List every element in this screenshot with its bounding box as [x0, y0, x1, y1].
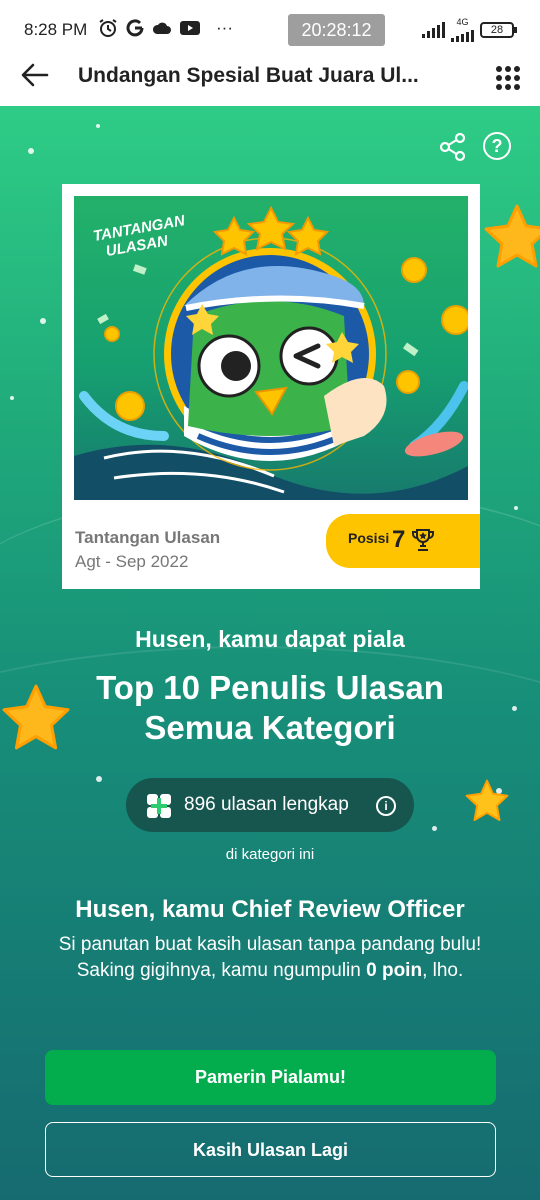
youtube-icon [180, 21, 200, 35]
sparkle-dot [432, 826, 437, 831]
share-icon [439, 132, 466, 162]
info-icon[interactable]: i [376, 796, 396, 816]
trophy-icon [412, 529, 434, 551]
app-bar: Undangan Spesial Buat Juara Ul... [0, 50, 540, 106]
greeting-text: Husen, kamu dapat piala [135, 626, 405, 652]
star-decoration [465, 779, 509, 822]
sparkle-dot [28, 148, 34, 154]
share-button[interactable] [438, 132, 468, 162]
review-stat-text: 896 ulasan lengkap [184, 794, 349, 815]
page-title: Undangan Spesial Buat Juara Ul... [78, 64, 419, 87]
sparkle-dot [40, 318, 46, 324]
role-description: Si panutan buat kasih ulasan tanpa panda… [40, 932, 500, 984]
sparkle-dot [10, 396, 14, 400]
help-button[interactable]: ? [483, 132, 511, 160]
trophy-card[interactable]: TANTANGAN ULASAN Tantangan Ulasan Agt - … [62, 184, 480, 589]
position-badge: Posisi 7 [326, 514, 480, 568]
award-title: Top 10 Penulis Ulasan Semua Kategori [0, 668, 540, 748]
show-trophy-button[interactable]: Pamerin Pialamu! [45, 1050, 496, 1105]
sparkle-dot [96, 776, 102, 782]
screen-clock: 20:28:12 [288, 14, 385, 46]
review-grid-icon [147, 794, 171, 818]
points-value: 0 poin [366, 960, 423, 981]
card-title: Tantangan Ulasan [75, 528, 221, 547]
category-note: di kategori ini [225, 846, 315, 863]
arrow-left-icon [21, 63, 49, 87]
menu-grid-button[interactable] [496, 66, 520, 90]
status-right: 4G 28 [422, 18, 517, 42]
battery-icon: 28 [480, 22, 517, 38]
alarm-icon [99, 19, 117, 37]
network-indicator: 4G [451, 18, 474, 42]
network-type: 4G [456, 17, 469, 27]
more-notifications-icon: ··· [216, 18, 233, 37]
cloud-icon [152, 22, 171, 34]
position-value: 7 [392, 526, 406, 553]
hero-section: ? TANTANGAN ULASAN Tantangan Ulasan Agt … [0, 106, 540, 1200]
description-text-2: , lho. [422, 960, 464, 981]
signal-icon-2 [451, 26, 474, 42]
status-icons: ··· [98, 18, 233, 38]
position-label: Posisi [348, 530, 390, 546]
award-title-line1: Top 10 Penulis Ulasan [96, 669, 444, 706]
card-period: Agt - Sep 2022 [75, 552, 189, 571]
sparkle-dot [514, 506, 518, 510]
google-icon [126, 19, 144, 37]
star-decoration [484, 204, 540, 268]
status-time: 8:28 PM [24, 20, 88, 39]
sparkle-dot [96, 124, 100, 128]
review-stat-pill[interactable]: 896 ulasan lengkap i [126, 778, 414, 832]
write-review-button[interactable]: Kasih Ulasan Lagi [45, 1122, 496, 1177]
back-button[interactable] [20, 60, 56, 96]
role-title: Husen, kamu Chief Review Officer [75, 896, 465, 923]
signal-icon [422, 22, 445, 38]
trophy-illustration: TANTANGAN ULASAN [74, 196, 468, 500]
award-title-line2: Semua Kategori [144, 709, 396, 746]
